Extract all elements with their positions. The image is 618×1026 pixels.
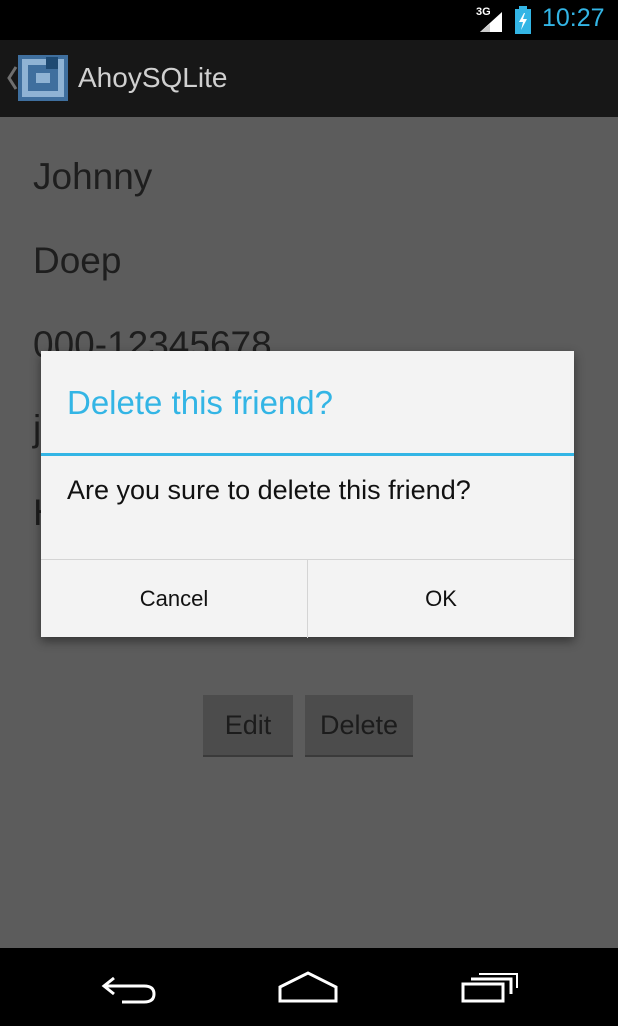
dialog-message: Are you sure to delete this friend?	[67, 475, 471, 505]
navigation-bar	[0, 948, 618, 1026]
status-time: 10:27	[542, 4, 605, 32]
edit-button[interactable]: Edit	[203, 695, 293, 757]
cancel-button[interactable]: Cancel	[41, 560, 307, 638]
recent-apps-icon[interactable]	[460, 970, 518, 1009]
status-bar: 3G 10:27	[0, 0, 618, 40]
dialog-title: Delete this friend?	[67, 384, 333, 421]
last-name-text: Doep	[33, 240, 122, 281]
battery-charging-icon	[514, 6, 532, 34]
ok-button[interactable]: OK	[307, 560, 574, 638]
dialog-button-bar: Cancel OK	[41, 559, 574, 638]
dialog-title-divider	[41, 453, 574, 456]
email-text: j	[33, 408, 42, 449]
up-caret-icon[interactable]	[6, 64, 18, 97]
delete-confirm-dialog: Delete this friend? Are you sure to dele…	[41, 351, 574, 638]
first-name-text: Johnny	[33, 156, 153, 197]
back-icon[interactable]	[100, 970, 158, 1009]
home-icon[interactable]	[277, 970, 339, 1009]
app-logo-icon[interactable]	[18, 55, 68, 101]
delete-button[interactable]: Delete	[305, 695, 413, 757]
app-title: AhoySQLite	[78, 62, 228, 93]
signal-icon: 3G	[476, 6, 506, 34]
